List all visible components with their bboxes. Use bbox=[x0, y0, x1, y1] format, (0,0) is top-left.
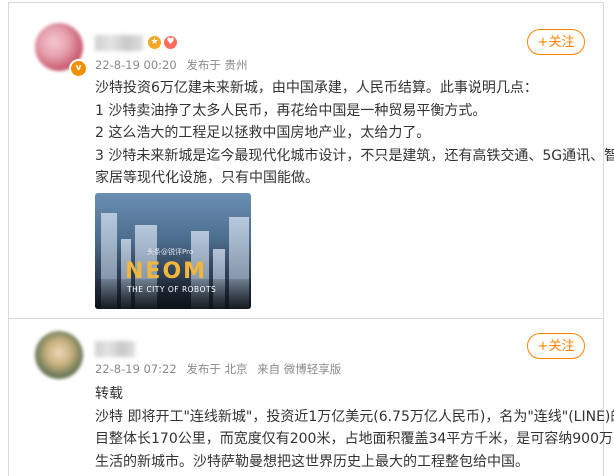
text-line: 3 沙特未来新城是迄今最现代化城市设计，不只是建筑，还有高铁交通、5G通讯、智能 bbox=[95, 147, 614, 164]
text-line: 转载 bbox=[95, 386, 123, 402]
post-image[interactable]: 头条@锐评Pro NEOM THE CITY OF ROBOTS bbox=[95, 193, 251, 309]
post-card: v ★ ♥ 22-8-19 00:20 发布于 贵州 +关注 沙特投资6万亿建未… bbox=[8, 2, 614, 318]
post-card: 22-8-19 07:22 发布于 北京 来自 微博轻享版 +关注 转载 沙特 … bbox=[8, 318, 614, 476]
post-time[interactable]: 22-8-19 00:20 bbox=[95, 58, 177, 72]
text-line: 沙特 即将开工"连线新城"，投资近1万亿美元(6.75万亿人民币)，名为"连线"… bbox=[95, 408, 614, 425]
text-line: 2 这么浩大的工程足以拯救中国房地产业，太给力了。 bbox=[95, 125, 431, 141]
image-subtitle: THE CITY OF ROBOTS bbox=[127, 285, 217, 294]
post-meta: 22-8-19 00:20 发布于 贵州 bbox=[95, 57, 254, 73]
post-meta: 22-8-19 07:22 发布于 北京 来自 微博轻享版 bbox=[95, 361, 347, 377]
text-line: 生活的新城市。沙特萨勒曼想把这世界历史上最大的工程整包给中国。 bbox=[95, 453, 529, 470]
text-line: 1 沙特卖油挣了太多人民币，再花给中国是一种贸易平衡方式。 bbox=[95, 102, 487, 119]
image-title: NEOM bbox=[125, 259, 208, 284]
image-watermark: 头条@锐评Pro bbox=[147, 248, 194, 256]
text-line: 目整体长170公里，而宽度仅有200米，占地面积覆盖34平方千米，是可容纳900… bbox=[95, 431, 614, 447]
avatar[interactable] bbox=[35, 331, 83, 379]
text-line: 家居等现代化设施，只有中国能做。 bbox=[95, 170, 319, 186]
post-location: 发布于 北京 bbox=[186, 362, 248, 376]
username-blurred[interactable] bbox=[95, 35, 143, 51]
text-line: 沙特投资6万亿建未来新城，由中国承建，人民币结算。此事说明几点： bbox=[95, 80, 538, 96]
post-text: 沙特投资6万亿建未来新城，由中国承建，人民币结算。此事说明几点： 1 沙特卖油挣… bbox=[95, 77, 614, 190]
post-time[interactable]: 22-8-19 07:22 bbox=[95, 362, 177, 376]
achievement-badge-icon: ♥ bbox=[164, 36, 177, 49]
username-blurred[interactable] bbox=[95, 341, 135, 357]
post-client[interactable]: 来自 微博轻享版 bbox=[257, 362, 341, 376]
post-text: 转载 沙特 即将开工"连线新城"，投资近1万亿美元(6.75万亿人民币)，名为"… bbox=[95, 383, 614, 473]
follow-button[interactable]: +关注 bbox=[527, 333, 585, 359]
verified-badge-icon: v bbox=[69, 59, 88, 78]
level-badge-icon: ★ bbox=[148, 36, 161, 49]
post-location: 发布于 贵州 bbox=[186, 58, 248, 72]
follow-button[interactable]: +关注 bbox=[527, 29, 585, 55]
